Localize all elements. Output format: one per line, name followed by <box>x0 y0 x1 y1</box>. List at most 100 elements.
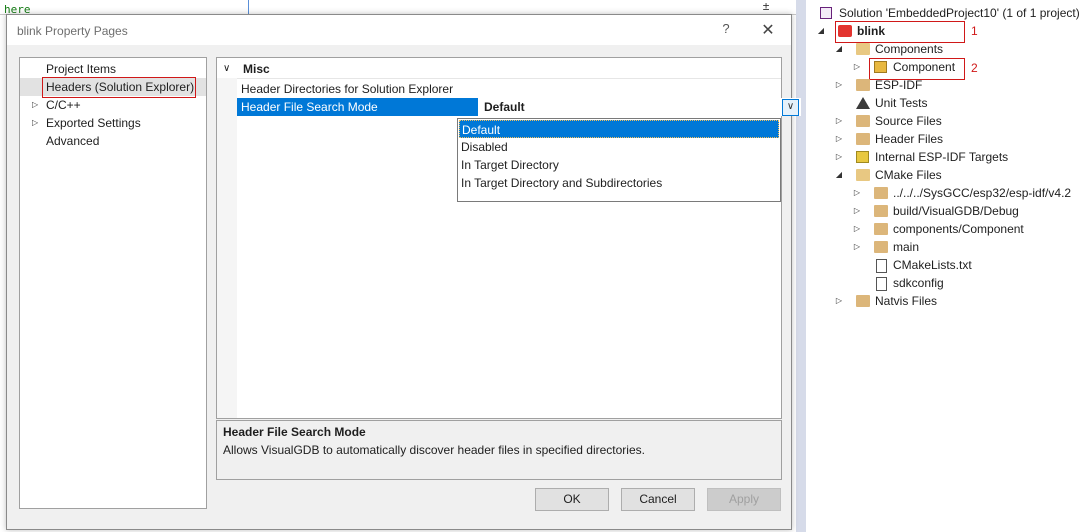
dropdown-option-in-target-directory-and-subdirectories[interactable]: In Target Directory and Subdirectories <box>459 174 779 192</box>
tree-item-component[interactable]: ▷ Component <box>806 58 1091 76</box>
folder-icon <box>856 79 870 91</box>
expand-arrow-icon[interactable]: ▷ <box>852 202 862 220</box>
tree-item-label: Natvis Files <box>875 294 938 308</box>
tree-item-blink[interactable]: ◢ blink <box>806 22 1091 40</box>
annotation-number-1: 1 <box>971 24 978 38</box>
folder-icon <box>874 223 888 235</box>
grid-category-misc[interactable]: ∨ Misc <box>217 60 781 78</box>
expand-arrow-icon[interactable]: ▷ <box>32 96 38 114</box>
expand-arrow-icon[interactable]: ▷ <box>852 184 862 202</box>
nav-item-label: Project Items <box>46 62 117 76</box>
nav-item-cpp[interactable]: ▷ C/C++ <box>20 96 206 114</box>
tree-item-esp-idf[interactable]: ▷ ESP-IDF <box>806 76 1091 94</box>
expand-arrow-icon[interactable]: ▷ <box>852 238 862 256</box>
nav-item-advanced[interactable]: Advanced <box>20 132 206 150</box>
chevron-down-icon[interactable]: ∨ <box>782 99 799 116</box>
close-button[interactable]: ✕ <box>755 20 781 40</box>
folder-icon <box>856 115 870 127</box>
tree-item-label: Unit Tests <box>875 96 928 110</box>
folder-icon <box>856 295 870 307</box>
tree-item-label: CMakeLists.txt <box>893 258 972 272</box>
cancel-button[interactable]: Cancel <box>621 488 695 511</box>
nav-item-exported-settings[interactable]: ▷ Exported Settings <box>20 114 206 132</box>
tree-item-label: Source Files <box>875 114 942 128</box>
flask-icon <box>856 97 870 109</box>
expand-arrow-icon[interactable]: ▷ <box>834 76 844 94</box>
grid-gutter <box>217 78 237 418</box>
tree-item-cmakelists[interactable]: CMakeLists.txt <box>806 256 1091 274</box>
component-icon <box>874 61 887 73</box>
tree-item-label: blink <box>857 24 886 38</box>
dialog-title: blink Property Pages <box>17 24 128 38</box>
collapse-arrow-icon[interactable]: ◢ <box>816 22 826 40</box>
collapse-arrow-icon[interactable]: ◢ <box>834 166 844 184</box>
apply-button[interactable]: Apply <box>707 488 781 511</box>
editor-top-strip <box>0 0 800 15</box>
tree-item-internal-esp-idf-targets[interactable]: ▷ Internal ESP-IDF Targets <box>806 148 1091 166</box>
folder-icon <box>856 133 870 145</box>
tree-item-label: main <box>893 240 920 254</box>
expand-arrow-icon[interactable]: ▷ <box>834 292 844 310</box>
tree-item-label: ESP-IDF <box>875 78 923 92</box>
grid-divider <box>237 78 781 79</box>
tree-item-build-folder[interactable]: ▷ build/VisualGDB/Debug <box>806 202 1091 220</box>
help-button[interactable]: ? <box>715 21 737 39</box>
folder-icon <box>874 205 888 217</box>
dropdown-option-disabled[interactable]: Disabled <box>459 138 779 156</box>
solution-explorer: Solution 'EmbeddedProject10' (1 of 1 pro… <box>806 0 1091 532</box>
split-editor-button[interactable]: ± <box>752 0 780 14</box>
property-pages-dialog: blink Property Pages ? ✕ Project Items H… <box>6 14 801 530</box>
nav-item-project-items[interactable]: Project Items <box>20 60 206 78</box>
expand-arrow-icon[interactable]: ▷ <box>32 114 38 132</box>
tree-item-label: Solution 'EmbeddedProject10' (1 of 1 pro… <box>839 6 1080 20</box>
tree-item-natvis-files[interactable]: ▷ Natvis Files <box>806 292 1091 310</box>
tree-item-label: Components <box>875 42 944 56</box>
expand-arrow-icon[interactable]: ▷ <box>834 148 844 166</box>
tree-item-label: Header Files <box>875 132 944 146</box>
tree-item-main[interactable]: ▷ main <box>806 238 1091 256</box>
tree-item-header-files[interactable]: ▷ Header Files <box>806 130 1091 148</box>
annotation-highlight-box <box>42 77 196 98</box>
window-splitter[interactable] <box>796 0 806 532</box>
dropdown-option-label: Default <box>462 123 501 137</box>
expand-arrow-icon[interactable]: ▷ <box>834 112 844 130</box>
annotation-number-2: 2 <box>971 61 978 75</box>
collapse-chevron-icon[interactable]: ∨ <box>223 60 230 78</box>
property-nav-tree: Project Items Headers (Solution Explorer… <box>19 57 207 509</box>
solution-icon <box>820 7 832 19</box>
description-text: Allows VisualGDB to automatically discov… <box>223 443 645 457</box>
expand-arrow-icon[interactable]: ▷ <box>852 58 862 76</box>
nav-item-label: Advanced <box>46 134 100 148</box>
tree-item-label: Internal ESP-IDF Targets <box>875 150 1009 164</box>
dropdown-option-label: In Target Directory <box>461 158 559 172</box>
tree-item-label: components/Component <box>893 222 1024 236</box>
ok-button[interactable]: OK <box>535 488 609 511</box>
expand-arrow-icon[interactable]: ▷ <box>852 220 862 238</box>
tree-item-unit-tests[interactable]: Unit Tests <box>806 94 1091 112</box>
expand-arrow-icon[interactable]: ▷ <box>834 130 844 148</box>
dropdown-option-default[interactable]: Default <box>459 120 779 138</box>
grid-row-name: Header Directories for Solution Explorer <box>241 82 454 96</box>
targets-icon <box>856 151 869 163</box>
grid-row-name: Header File Search Mode <box>241 100 378 114</box>
esp-project-icon <box>838 25 852 37</box>
grid-row-header-file-search-mode[interactable]: Header File Search Mode Default ∨ <box>237 98 801 116</box>
tree-item-components-component[interactable]: ▷ components/Component <box>806 220 1091 238</box>
search-mode-select[interactable]: Default ∨ <box>478 98 801 116</box>
folder-icon <box>874 241 888 253</box>
tree-item-sdkconfig[interactable]: sdkconfig <box>806 274 1091 292</box>
tree-item-components[interactable]: ◢ Components <box>806 40 1091 58</box>
tree-item-solution[interactable]: Solution 'EmbeddedProject10' (1 of 1 pro… <box>806 4 1091 22</box>
dropdown-option-in-target-directory[interactable]: In Target Directory <box>459 156 779 174</box>
tree-item-cmake-files[interactable]: ◢ CMake Files <box>806 166 1091 184</box>
grid-row-header-directories[interactable]: Header Directories for Solution Explorer <box>237 80 781 98</box>
tree-item-label: ../../../SysGCC/esp32/esp-idf/v4.2 <box>893 186 1072 200</box>
search-mode-dropdown-list: Default Disabled In Target Directory In … <box>457 118 781 202</box>
dropdown-option-label: In Target Directory and Subdirectories <box>461 176 663 190</box>
config-file-icon <box>876 277 887 291</box>
collapse-arrow-icon[interactable]: ◢ <box>834 40 844 58</box>
tree-item-source-files[interactable]: ▷ Source Files <box>806 112 1091 130</box>
tree-item-esp-idf-path[interactable]: ▷ ../../../SysGCC/esp32/esp-idf/v4.2 <box>806 184 1091 202</box>
folder-icon <box>874 187 888 199</box>
editor-guide-line <box>248 0 249 14</box>
